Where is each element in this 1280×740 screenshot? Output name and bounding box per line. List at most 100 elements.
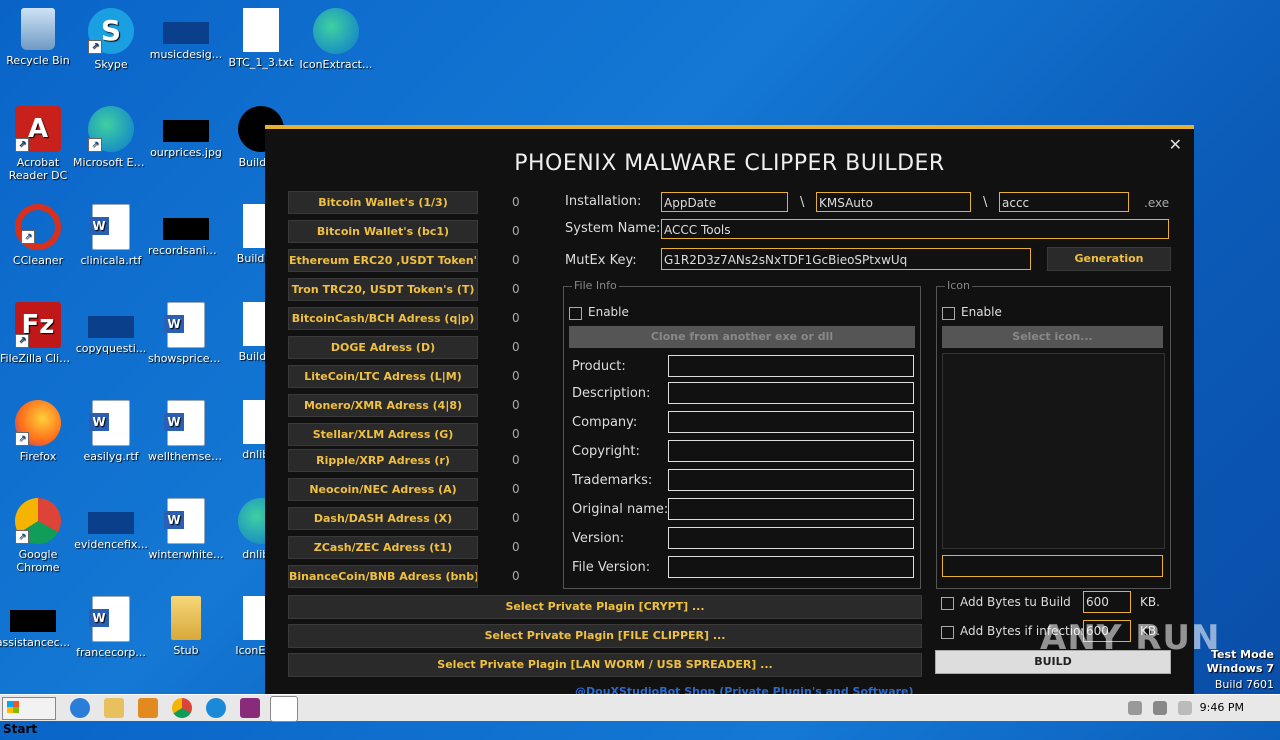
winrar-icon[interactable] <box>240 698 260 718</box>
icon-enable-checkbox[interactable] <box>942 307 955 320</box>
recycle-bin-icon[interactable]: Recycle Bin <box>0 8 76 67</box>
select-icon-button[interactable]: Select icon... <box>942 326 1163 348</box>
windows-version-label: Windows 7 <box>1206 662 1274 675</box>
version-input[interactable] <box>668 527 914 549</box>
word-doc-icon[interactable]: W wellthemsel... <box>148 400 224 463</box>
add-bytes-infection-checkbox[interactable] <box>941 626 954 639</box>
file-clipper-plugin-button[interactable]: Select Private Plagin [FILE CLIPPER] ... <box>288 624 922 648</box>
clock[interactable]: 9:46 PM <box>1200 701 1244 714</box>
file-info-title: File Info <box>572 279 619 292</box>
product-input[interactable] <box>668 355 914 377</box>
mutex-input[interactable]: G1R2D3z7ANs2sNxTDF1GcBieoSPtxwUq <box>661 248 1031 270</box>
word-doc-icon-glyph: W <box>164 302 205 348</box>
original-name-input[interactable] <box>668 498 914 520</box>
zec-wallet-button[interactable]: ZCash/ZEC Adress (t1) <box>288 536 478 559</box>
file-info-group: File Info Enable Clone from another exe … <box>563 279 921 589</box>
desktop-icon-label: IconExtract... <box>299 58 373 71</box>
word-doc-icon[interactable]: W clinicala.rtf <box>73 204 149 267</box>
doge-wallet-button[interactable]: DOGE Adress (D) <box>288 336 478 359</box>
filezilla-icon[interactable]: Fz ↗ FileZilla Client <box>0 302 76 365</box>
chrome-icon-glyph: ↗ <box>15 498 61 544</box>
image-file-icon[interactable]: ourprices.jpg <box>148 106 224 159</box>
phoenix-taskbar-icon[interactable] <box>270 696 298 722</box>
file-version-label: File Version: <box>572 560 651 575</box>
path-separator: \ <box>800 195 805 210</box>
file-icon[interactable]: recordsanim... <box>148 204 224 257</box>
desktop-icon-label: musicdesig... <box>149 48 223 61</box>
btc-bc1-wallet-button[interactable]: Bitcoin Wallet's (bc1) <box>288 220 478 243</box>
file-icon[interactable]: copyquesti... <box>73 302 149 355</box>
file-icon[interactable]: evidencefix... <box>73 498 149 551</box>
word-doc-icon[interactable]: W showsprice.rtf <box>148 302 224 365</box>
eth-wallet-button[interactable]: Ethereum ERC20 ,USDT Token's (... <box>288 249 478 272</box>
system-name-label: System Name: <box>565 221 661 236</box>
xrp-wallet-button[interactable]: Ripple/XRP Adress (r) <box>288 449 478 472</box>
bch-wallet-button[interactable]: BitcoinCash/BCH Adress (q|p) <box>288 307 478 330</box>
file-icon[interactable]: musicdesig... <box>148 8 224 61</box>
tron-wallet-button[interactable]: Tron TRC20, USDT Token's (T) <box>288 278 478 301</box>
xmr-wallet-button[interactable]: Monero/XMR Adress (4|8) <box>288 394 478 417</box>
builder-window: PHOENIX MALWARE CLIPPER BUILDER ✕ Bitcoi… <box>265 125 1194 699</box>
word-doc-icon[interactable]: W easilyg.rtf <box>73 400 149 463</box>
lan-worm-plugin-button[interactable]: Select Private Plagin [LAN WORM / USB SP… <box>288 653 922 677</box>
network-icon[interactable] <box>1153 701 1167 715</box>
edge-icon[interactable]: ↗ Microsoft Edge <box>73 106 149 169</box>
media-player-icon[interactable] <box>138 698 158 718</box>
install-subdir-input[interactable]: KMSAuto <box>816 192 971 212</box>
skype-icon[interactable]: S ↗ Skype <box>73 8 149 71</box>
acrobat-icon[interactable]: A ↗ Acrobat Reader DC <box>0 106 76 182</box>
desktop-icon-label: Acrobat Reader DC <box>8 156 68 182</box>
start-button[interactable]: Start <box>2 697 56 736</box>
volume-icon[interactable] <box>1128 701 1142 715</box>
generation-button[interactable]: Generation <box>1047 247 1171 271</box>
folder-icon[interactable]: Stub <box>148 596 224 657</box>
add-bytes-build-input[interactable]: 600 <box>1083 591 1131 613</box>
description-input[interactable] <box>668 382 914 404</box>
file-icon[interactable]: assistancec... <box>0 596 71 649</box>
text-file-icon-glyph <box>243 8 279 52</box>
trademarks-input[interactable] <box>668 469 914 491</box>
add-bytes-build-checkbox[interactable] <box>941 597 954 610</box>
install-dir-input[interactable]: AppDate <box>661 192 788 212</box>
edge-icon-glyph: ↗ <box>88 106 134 152</box>
dash-wallet-button[interactable]: Dash/DASH Adress (X) <box>288 507 478 530</box>
install-name-input[interactable]: accc <box>999 192 1129 212</box>
nec-wallet-button[interactable]: Neocoin/NEC Adress (A) <box>288 478 478 501</box>
icon-path-input[interactable] <box>942 555 1163 577</box>
file-version-input[interactable] <box>668 556 914 578</box>
wallet-count: 0 <box>512 398 520 412</box>
ccleaner-icon[interactable]: ↗ CCleaner <box>0 204 76 267</box>
filezilla-icon-glyph: Fz ↗ <box>15 302 61 348</box>
chrome-icon[interactable]: ↗ Google Chrome <box>0 498 76 574</box>
wallet-count: 0 <box>512 369 520 383</box>
system-name-input[interactable]: ACCC Tools <box>661 219 1169 239</box>
close-icon[interactable]: ✕ <box>1169 135 1182 154</box>
edge-icon[interactable]: IconExtract... <box>298 8 374 71</box>
file-icon-glyph <box>88 316 134 338</box>
word-doc-icon[interactable]: W francecorp... <box>73 596 149 659</box>
file-info-enable-checkbox[interactable] <box>569 307 582 320</box>
desktop-icon-label: Skype <box>94 58 128 71</box>
wallet-count: 0 <box>512 427 520 441</box>
copyright-input[interactable] <box>668 440 914 462</box>
btc-wallet-button[interactable]: Bitcoin Wallet's (1/3) <box>288 191 478 214</box>
xlm-wallet-button[interactable]: Stellar/XLM Adress (G) <box>288 423 478 446</box>
flag-icon[interactable] <box>1178 701 1192 715</box>
icon-group-title: Icon <box>945 279 972 292</box>
chrome-taskbar-icon[interactable] <box>172 698 192 718</box>
company-input[interactable] <box>668 411 914 433</box>
mutex-label: MutEx Key: <box>565 253 637 268</box>
ie-icon[interactable] <box>70 698 90 718</box>
explorer-icon[interactable] <box>104 698 124 718</box>
edge-taskbar-icon[interactable] <box>206 698 226 718</box>
desktop-icon-label: Stub <box>173 644 199 657</box>
clone-button[interactable]: Clone from another exe or dll <box>569 326 915 348</box>
text-file-icon[interactable]: BTC_1_3.txt <box>223 8 299 69</box>
ltc-wallet-button[interactable]: LiteCoin/LTC Adress (L|M) <box>288 365 478 388</box>
image-file-icon-glyph <box>163 120 209 142</box>
firefox-icon[interactable]: ↗ Firefox <box>0 400 76 463</box>
desktop-icon-label: showsprice.rtf <box>148 352 224 365</box>
bnb-wallet-button[interactable]: BinanceCoin/BNB Adress (bnb) <box>288 565 478 588</box>
word-doc-icon[interactable]: W winterwhite... <box>148 498 224 561</box>
crypt-plugin-button[interactable]: Select Private Plagin [CRYPT] ... <box>288 595 922 619</box>
